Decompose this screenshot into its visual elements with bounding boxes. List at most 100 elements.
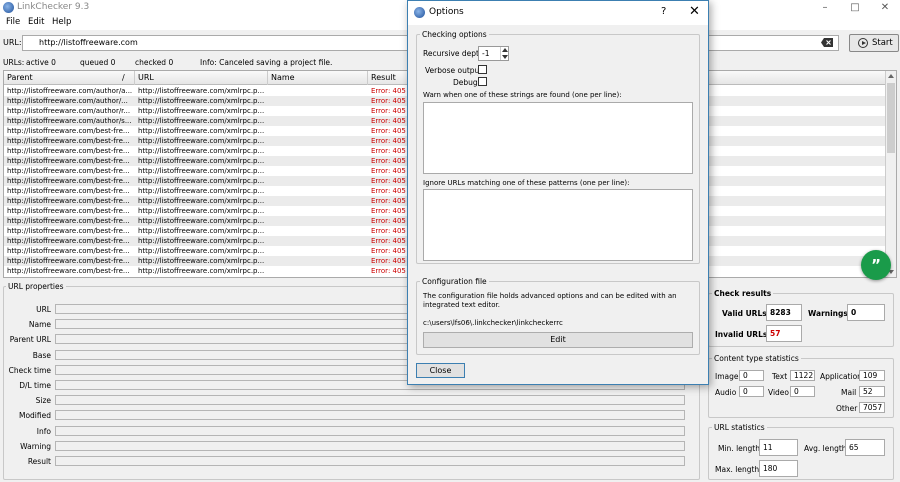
url-label: URL: [3,38,22,47]
avg-length-value: 65 [845,439,885,456]
scrollbar-thumb[interactable] [887,83,895,153]
property-field[interactable] [55,395,685,406]
parent-cell: http://listoffreeware.com/best-fre... [7,137,130,145]
url-cell: http://listoffreeware.com/xmlrpc.p... [138,167,265,175]
help-icon[interactable]: ? [661,6,666,17]
result-cell: Error: 405 M [371,247,411,255]
url-cell: http://listoffreeware.com/xmlrpc.p... [138,147,265,155]
warnings-value: 0 [847,304,885,321]
close-icon[interactable]: ✕ [870,0,900,16]
image-label: Image [715,372,739,381]
property-field[interactable] [55,440,685,451]
start-button-label: Start [872,38,893,48]
property-field[interactable] [55,410,685,421]
clear-input-icon[interactable] [821,38,833,47]
menu-help[interactable]: Help [52,17,71,27]
url-cell: http://listoffreeware.com/xmlrpc.p... [138,177,265,185]
url-cell: http://listoffreeware.com/xmlrpc.p... [138,267,265,275]
parent-cell: http://listoffreeware.com/author/r... [7,107,131,115]
min-length-value: 11 [759,439,798,456]
ignore-patterns-textarea[interactable] [423,189,693,261]
parent-cell: http://listoffreeware.com/author/... [7,97,128,105]
other-value: 7057 [859,402,885,413]
linkchecker-app-icon [3,2,14,13]
verbose-output-checkbox[interactable] [478,65,487,74]
property-label: Modified [18,411,51,421]
property-label: D/L time [19,381,51,390]
menu-edit[interactable]: Edit [28,17,44,27]
property-field[interactable] [55,425,685,436]
invalid-urls-label: Invalid URLs [715,330,768,339]
dialog-close-icon[interactable]: ✕ [689,4,700,19]
other-label: Other [836,404,858,413]
start-button[interactable]: Start [849,34,899,52]
close-dialog-button[interactable]: Close [416,363,465,378]
options-title-bar: Options ? ✕ [408,1,708,25]
column-header-name[interactable]: Name [268,71,368,85]
configuration-file-path: c:\users\lfs06\.linkchecker\linkcheckerr… [423,319,563,327]
stepper-down-icon[interactable] [502,55,508,59]
video-label: Video [768,388,790,397]
recursive-depth-stepper[interactable]: -1 [478,46,509,61]
warn-strings-label: Warn when one of these strings are found… [423,91,622,99]
content-stats-title: Content type statistics [712,354,801,363]
property-label: Result [27,457,51,466]
parent-cell: http://listoffreeware.com/best-fre... [7,237,130,245]
column-header-parent[interactable]: Parent ∕ [4,71,135,85]
result-cell: Error: 405 M [371,207,411,215]
valid-urls-label: Valid URLs [722,309,767,318]
invalid-urls-value: 57 [766,325,802,342]
column-header-url[interactable]: URL [135,71,268,85]
property-label: URL [36,305,51,314]
property-field[interactable] [55,456,685,466]
url-cell: http://listoffreeware.com/xmlrpc.p... [138,187,265,195]
options-dialog: Options ? ✕ Checking options Recursive d… [407,0,709,385]
url-cell: http://listoffreeware.com/xmlrpc.p... [138,197,265,205]
result-cell: Error: 405 M [371,197,411,205]
result-cell: Error: 405 M [371,167,411,175]
image-value: 0 [739,370,764,381]
check-results-title: Check results [712,289,774,298]
result-cell: Error: 405 M [371,157,411,165]
result-cell: Error: 405 M [371,147,411,155]
ignore-patterns-label: Ignore URLs matching one of these patter… [423,179,630,187]
parent-cell: http://listoffreeware.com/best-fre... [7,127,130,135]
text-label: Text [772,372,788,381]
quote-fab-button[interactable]: ” [861,250,891,280]
avg-length-label: Avg. length [804,444,847,453]
url-cell: http://listoffreeware.com/xmlrpc.p... [138,117,265,125]
url-cell: http://listoffreeware.com/xmlrpc.p... [138,237,265,245]
parent-cell: http://listoffreeware.com/best-fre... [7,187,130,195]
checking-options-title: Checking options [420,30,489,39]
status-info: Info: Canceled saving a project file. [200,58,333,67]
quote-icon: ” [871,256,881,274]
url-cell: http://listoffreeware.com/xmlrpc.p... [138,107,265,115]
maximize-icon[interactable]: □ [840,0,870,16]
parent-cell: http://listoffreeware.com/best-fre... [7,257,130,265]
result-cell: Error: 405 M [371,137,411,145]
debug-checkbox[interactable] [478,77,487,86]
linkchecker-dialog-icon [414,7,425,18]
warn-strings-textarea[interactable] [423,102,693,174]
result-cell: Error: 405 M [371,97,411,105]
menu-file[interactable]: File [6,17,20,27]
configuration-file-title: Configuration file [420,277,489,286]
mail-value: 52 [859,386,885,397]
stepper-up-icon[interactable] [502,48,508,52]
options-title: Options [429,7,464,17]
minimize-icon[interactable]: – [810,0,840,16]
scroll-up-icon[interactable] [888,74,894,78]
application-label: Application [820,372,862,381]
edit-config-button[interactable]: Edit [423,332,693,348]
min-length-label: Min. length [718,444,760,453]
parent-cell: http://listoffreeware.com/best-fre... [7,227,130,235]
url-cell: http://listoffreeware.com/xmlrpc.p... [138,217,265,225]
property-label: Info [36,426,51,436]
parent-cell: http://listoffreeware.com/best-fre... [7,147,130,155]
queued-count: queued 0 [80,58,116,67]
stepper-arrows[interactable] [500,47,509,60]
parent-cell: http://listoffreeware.com/best-fre... [7,157,130,165]
table-scrollbar[interactable] [885,71,896,277]
recursive-depth-label: Recursive depth [423,49,484,58]
result-cell: Error: 405 M [371,187,411,195]
